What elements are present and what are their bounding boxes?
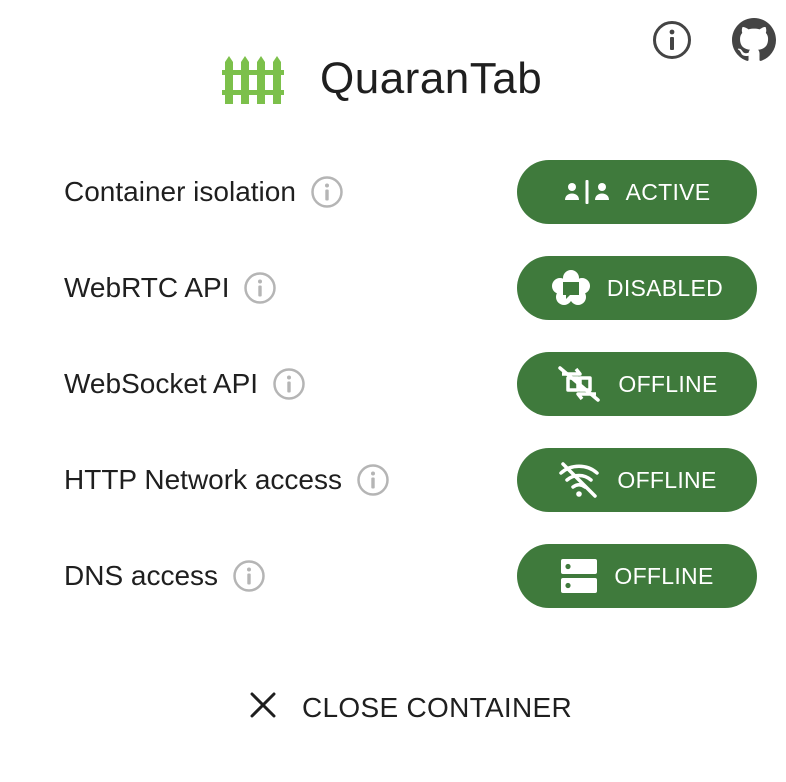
brand: QuaranTab	[222, 50, 542, 108]
setting-row-dns: DNS access OFFLINE	[0, 544, 786, 608]
status-label: OFFLINE	[617, 466, 717, 493]
socket-off-icon	[556, 364, 602, 404]
status-toggle-offline[interactable]: OFFLINE	[517, 448, 757, 512]
github-icon[interactable]	[732, 18, 776, 62]
close-container-label: CLOSE CONTAINER	[302, 691, 573, 723]
info-icon[interactable]	[272, 367, 306, 401]
status-toggle-offline[interactable]: OFFLINE	[517, 544, 757, 608]
setting-label-group: WebRTC API	[64, 256, 277, 320]
setting-label: WebRTC API	[64, 272, 230, 303]
status-label: OFFLINE	[618, 370, 718, 397]
header-actions	[650, 18, 776, 62]
status-toggle-disabled[interactable]: DISABLED	[517, 256, 757, 320]
status-toggle-active[interactable]: ACTIVE	[517, 160, 757, 224]
app-title: QuaranTab	[320, 54, 543, 103]
status-label: DISABLED	[606, 274, 724, 301]
setting-label: DNS access	[64, 560, 219, 591]
setting-label-group: HTTP Network access	[64, 448, 390, 512]
setting-label: HTTP Network access	[64, 464, 342, 495]
setting-row-container-isolation: Container isolation ACTIVE	[0, 160, 786, 224]
fence-logo-icon	[222, 50, 288, 108]
status-label: ACTIVE	[625, 178, 711, 205]
setting-label-group: DNS access	[64, 544, 266, 608]
info-circle-icon[interactable]	[650, 18, 694, 62]
info-icon[interactable]	[243, 271, 277, 305]
setting-row-websocket: WebSocket API OFFLINE	[0, 352, 786, 416]
info-icon[interactable]	[232, 559, 266, 593]
close-icon	[248, 690, 278, 725]
setting-row-http: HTTP Network access OFFLINE	[0, 448, 786, 512]
user-separator-icon	[564, 179, 610, 205]
quarantab-popup: QuaranTab Container isolation ACTIVE Web…	[0, 0, 786, 782]
status-label: OFFLINE	[614, 562, 714, 589]
setting-label: Container isolation	[64, 176, 296, 207]
info-icon[interactable]	[356, 463, 390, 497]
webrtc-icon	[551, 269, 591, 307]
setting-row-webrtc: WebRTC API DISABLED	[0, 256, 786, 320]
close-container-button[interactable]: CLOSE CONTAINER	[248, 690, 572, 725]
info-icon[interactable]	[310, 175, 344, 209]
setting-label-group: Container isolation	[64, 160, 344, 224]
wifi-off-icon	[557, 460, 601, 500]
status-toggle-offline[interactable]: OFFLINE	[517, 352, 757, 416]
settings-list: Container isolation ACTIVE WebRTC API DI…	[0, 160, 786, 640]
server-icon	[560, 558, 598, 594]
setting-label: WebSocket API	[64, 368, 259, 399]
setting-label-group: WebSocket API	[64, 352, 306, 416]
